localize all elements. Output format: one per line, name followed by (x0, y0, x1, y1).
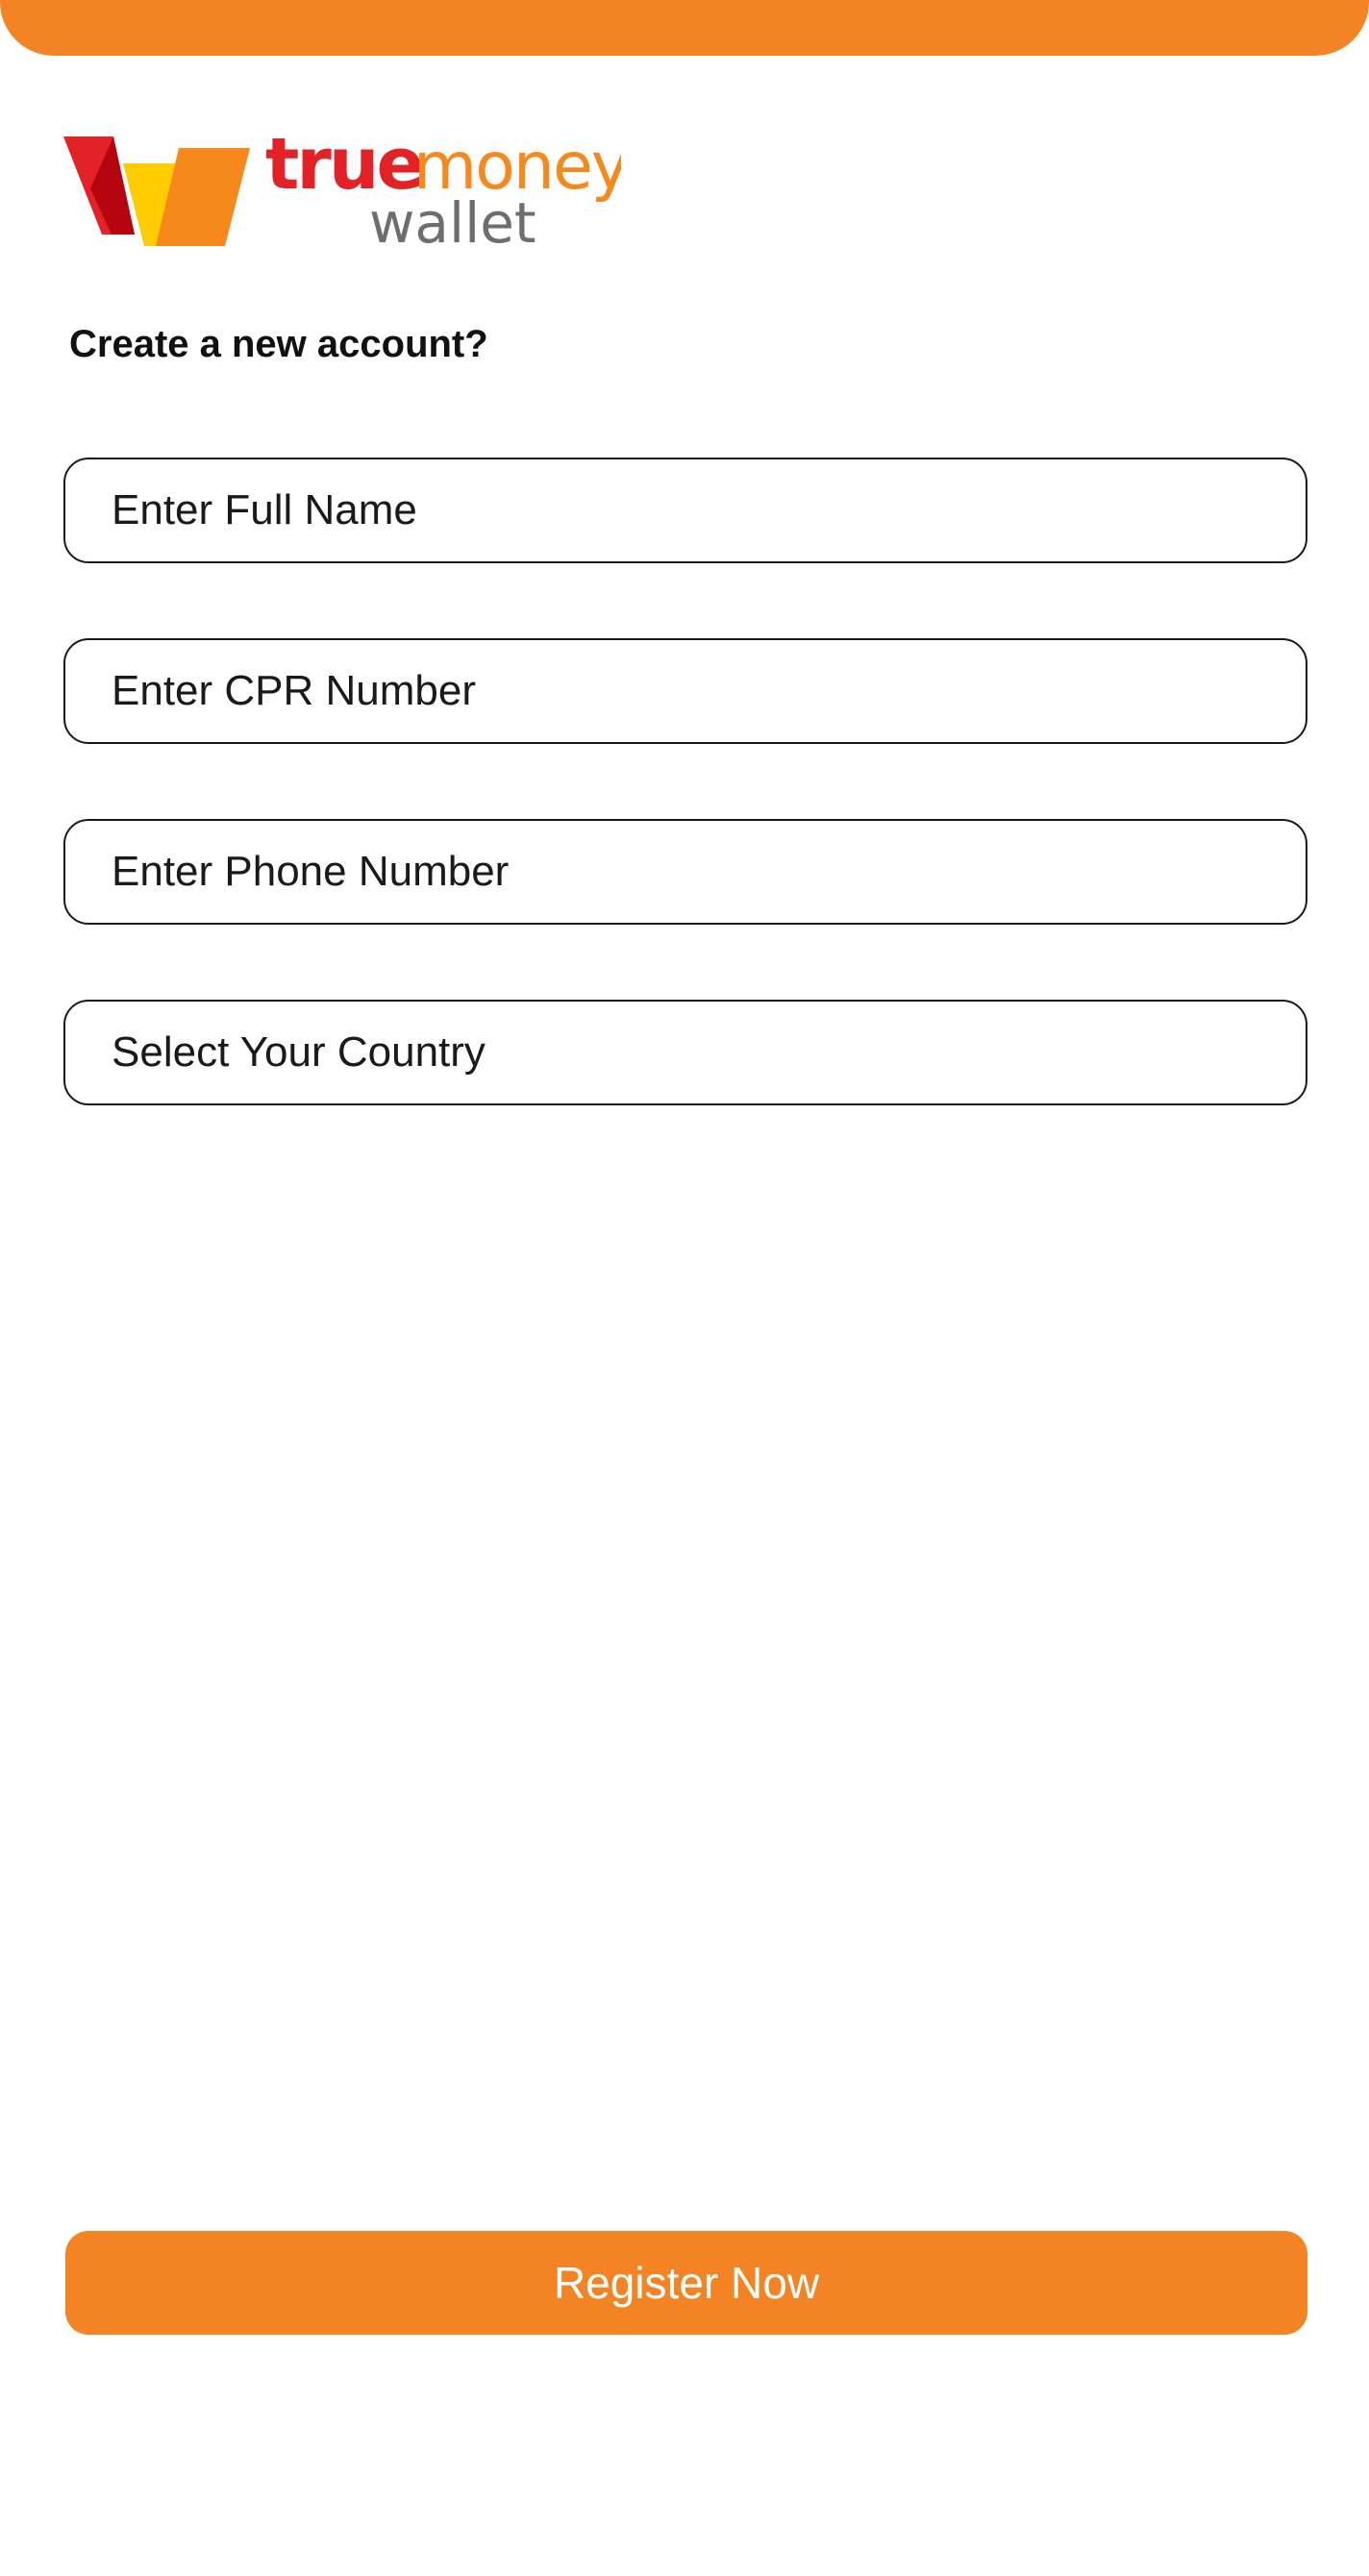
country-select-label: Select Your Country (112, 1028, 485, 1076)
page-title: Create a new account? (69, 323, 488, 365)
country-select[interactable]: Select Your Country (63, 1000, 1307, 1105)
cpr-number-field[interactable] (63, 638, 1307, 744)
register-now-button[interactable]: Register Now (65, 2231, 1307, 2335)
top-header-bar (0, 0, 1369, 56)
truemoney-wallet-logo: true money wallet (63, 131, 621, 256)
logo-word-wallet: wallet (369, 190, 536, 256)
phone-number-input[interactable] (112, 821, 1306, 923)
phone-number-field[interactable] (63, 819, 1307, 925)
full-name-input[interactable] (112, 459, 1306, 561)
cpr-number-input[interactable] (112, 640, 1306, 742)
logo-orange-shard (156, 148, 250, 246)
full-name-field[interactable] (63, 458, 1307, 563)
